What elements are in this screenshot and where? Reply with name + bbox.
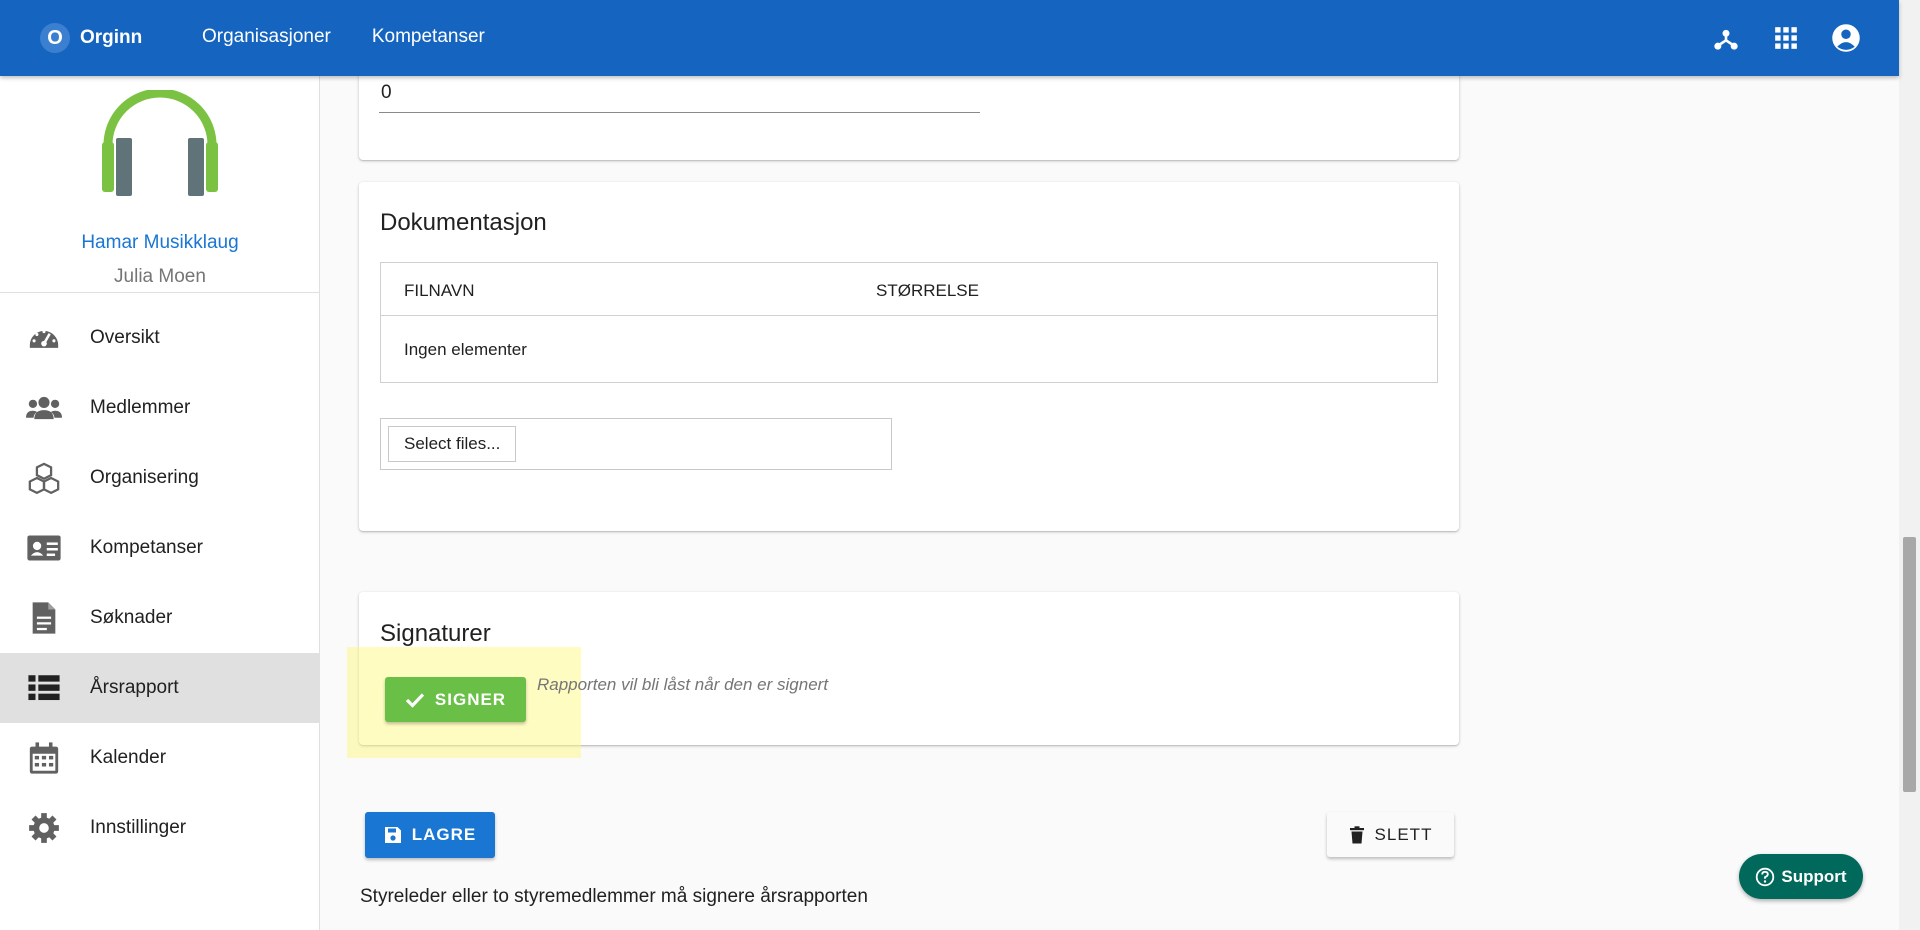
sidebar-item-label: Organisering <box>90 467 199 488</box>
sidebar-item-label: Årsrapport <box>90 677 179 698</box>
list-icon <box>26 670 62 706</box>
support-button[interactable]: Support <box>1739 854 1863 899</box>
column-storrelse[interactable]: STØRRELSE <box>876 281 979 301</box>
user-name: Julia Moen <box>114 266 206 287</box>
sidebar-item-label: Kalender <box>90 747 167 768</box>
sidebar-item-oversikt[interactable]: Oversikt <box>0 303 319 373</box>
headphones-logo <box>100 88 220 210</box>
select-files-button[interactable]: Select files... <box>388 426 517 462</box>
sidebar-item-label: Søknader <box>90 607 173 628</box>
people-icon <box>26 390 62 426</box>
sidebar-item-label: Kompetanser <box>90 537 204 558</box>
org-name[interactable]: Hamar Musikklaug <box>0 232 320 254</box>
documentation-card: Dokumentasjon FILNAVN STØRRELSE Ingen el… <box>359 182 1459 531</box>
sign-button-label: SIGNER <box>434 689 507 709</box>
floppy-disk-icon <box>384 826 402 844</box>
sign-hint-text: Rapporten vil bli låst når den er signer… <box>537 675 829 694</box>
documentation-title: Dokumentasjon <box>380 209 547 236</box>
sidebar-divider <box>0 292 320 293</box>
save-button[interactable]: LAGRE <box>365 812 495 858</box>
signing-requirement-text: Styreleder eller to styremedlemmer må si… <box>360 886 868 907</box>
top-nav: Organisasjoner Kompetanser <box>202 26 485 48</box>
sidebar-item-medlemmer[interactable]: Medlemmer <box>0 373 319 443</box>
check-icon <box>405 692 425 708</box>
brand-name: Orginn <box>80 27 143 48</box>
calendar-icon <box>26 740 62 776</box>
hub-icon[interactable] <box>1710 22 1741 53</box>
dashboard-gauge-icon <box>26 320 62 356</box>
support-label: Support <box>1781 866 1847 886</box>
scrollbar-thumb[interactable] <box>1903 537 1916 792</box>
top-app-bar: O Orginn Organisasjoner Kompetanser <box>0 0 1899 76</box>
apps-grid-icon[interactable] <box>1770 22 1801 53</box>
trash-icon <box>1349 825 1365 844</box>
sidebar-item-label: Medlemmer <box>90 397 191 418</box>
save-button-label: LAGRE <box>411 825 477 844</box>
sidebar-item-soknader[interactable]: Søknader <box>0 583 319 653</box>
number-field-value[interactable]: 0 <box>381 82 392 104</box>
sidebar-item-organisering[interactable]: Organisering <box>0 443 319 513</box>
brand-logo[interactable]: O Orginn <box>40 23 142 53</box>
delete-button[interactable]: SLETT <box>1327 812 1454 857</box>
delete-button-label: SLETT <box>1374 824 1433 844</box>
nav-kompetanser[interactable]: Kompetanser <box>372 26 485 48</box>
sidebar-item-kompetanser[interactable]: Kompetanser <box>0 513 319 583</box>
signatures-title: Signaturer <box>380 620 491 647</box>
sign-button[interactable]: SIGNER <box>385 677 526 722</box>
id-card-icon <box>26 530 62 566</box>
nav-organisasjoner[interactable]: Organisasjoner <box>202 26 331 48</box>
gear-icon <box>26 810 62 846</box>
brand-badge: O <box>40 23 70 53</box>
help-circle-icon <box>1755 867 1775 887</box>
top-actions <box>1710 22 1861 53</box>
sidebar-menu: Oversikt Medlemmer Organisering Kompetan… <box>0 303 319 863</box>
column-filnavn[interactable]: FILNAVN <box>404 281 475 301</box>
files-empty-message: Ingen elementer <box>404 340 527 359</box>
account-circle-icon[interactable] <box>1830 22 1861 53</box>
number-field-underline <box>379 112 980 113</box>
sidebar-item-label: Innstillinger <box>90 817 187 838</box>
cubes-icon <box>26 460 62 496</box>
sidebar: Hamar Musikklaug Julia Moen Oversikt Med… <box>0 76 320 930</box>
document-icon <box>26 600 62 636</box>
sidebar-item-label: Oversikt <box>90 327 160 348</box>
file-upload-dropzone[interactable]: Select files... <box>380 418 892 470</box>
sidebar-item-innstillinger[interactable]: Innstillinger <box>0 793 319 863</box>
sidebar-item-kalender[interactable]: Kalender <box>0 723 319 793</box>
sidebar-item-arsrapport[interactable]: Årsrapport <box>0 653 319 723</box>
files-table: FILNAVN STØRRELSE Ingen elementer <box>380 262 1438 383</box>
files-table-header: FILNAVN STØRRELSE <box>381 263 1437 316</box>
